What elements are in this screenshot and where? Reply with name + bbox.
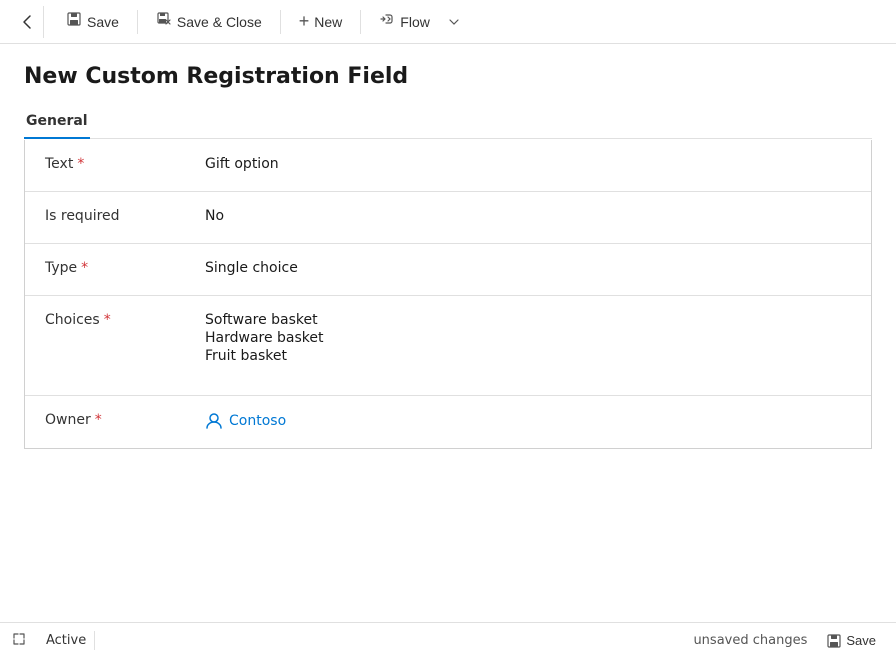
divider-3 — [360, 10, 361, 34]
choice-item-2: Hardware basket — [205, 330, 324, 346]
status-save-button[interactable]: Save — [819, 630, 884, 651]
status-save-label: Save — [846, 633, 876, 648]
field-label-isrequired: Is required — [45, 208, 120, 224]
save-close-label: Save & Close — [177, 14, 262, 30]
field-row-owner: Owner * Contoso — [25, 396, 871, 448]
expand-icon[interactable] — [12, 632, 26, 650]
toolbar: Save Save & Close + New Flow — [0, 0, 896, 44]
field-required-text: * — [77, 156, 84, 172]
save-close-icon — [156, 11, 172, 32]
field-label-col-isrequired: Is required — [45, 206, 205, 224]
main-content: New Custom Registration Field General Te… — [0, 44, 896, 622]
field-label-text: Text — [45, 156, 73, 172]
field-label-col-choices: Choices * — [45, 310, 205, 328]
flow-chevron-button[interactable] — [444, 6, 464, 38]
field-required-choices: * — [104, 312, 111, 328]
form-area: Text * Gift option Is required No — [24, 140, 872, 622]
tab-bar: General — [24, 105, 872, 139]
save-button[interactable]: Save — [56, 6, 129, 38]
field-required-owner: * — [95, 412, 102, 428]
owner-name: Contoso — [229, 413, 286, 429]
field-label-type: Type — [45, 260, 77, 276]
owner-icon — [205, 412, 223, 430]
field-label-col-text: Text * — [45, 154, 205, 172]
status-right: unsaved changes Save — [693, 630, 884, 651]
field-value-text: Gift option — [205, 156, 279, 172]
status-save-icon — [827, 634, 841, 648]
tab-general[interactable]: General — [24, 105, 90, 139]
field-row-isrequired: Is required No — [25, 192, 871, 244]
field-label-choices: Choices — [45, 312, 100, 328]
save-icon — [66, 11, 82, 32]
field-required-type: * — [81, 260, 88, 276]
new-label: New — [314, 14, 342, 30]
flow-button[interactable]: Flow — [369, 6, 440, 38]
field-row-type: Type * Single choice — [25, 244, 871, 296]
field-row-choices: Choices * Software basket Hardware baske… — [25, 296, 871, 396]
field-row-text: Text * Gift option — [25, 140, 871, 192]
field-label-col-owner: Owner * — [45, 410, 205, 428]
flow-icon — [379, 11, 395, 32]
status-active-badge: Active — [38, 631, 95, 650]
back-button[interactable] — [12, 6, 44, 38]
choice-item-3: Fruit basket — [205, 348, 324, 364]
new-icon: + — [299, 11, 310, 32]
field-label-owner: Owner — [45, 412, 91, 428]
divider-2 — [280, 10, 281, 34]
field-value-col-choices: Software basket Hardware basket Fruit ba… — [205, 310, 851, 364]
status-bar: Active unsaved changes Save — [0, 622, 896, 658]
flow-label: Flow — [400, 14, 430, 30]
field-value-col-type: Single choice — [205, 258, 851, 276]
field-value-col-isrequired: No — [205, 206, 851, 224]
divider — [137, 10, 138, 34]
page-title: New Custom Registration Field — [24, 64, 872, 89]
new-button[interactable]: + New — [289, 6, 353, 38]
choice-item-1: Software basket — [205, 312, 324, 328]
field-value-choices: Software basket Hardware basket Fruit ba… — [205, 312, 324, 364]
field-label-col-type: Type * — [45, 258, 205, 276]
unsaved-changes-label: unsaved changes — [693, 633, 807, 648]
save-label: Save — [87, 14, 119, 30]
status-left: Active — [12, 631, 95, 650]
field-value-col-owner: Contoso — [205, 410, 851, 430]
field-value-isrequired: No — [205, 208, 224, 224]
owner-link[interactable]: Contoso — [205, 412, 286, 430]
field-value-col-text: Gift option — [205, 154, 851, 172]
field-value-type: Single choice — [205, 260, 298, 276]
save-close-button[interactable]: Save & Close — [146, 6, 272, 38]
form-container: Text * Gift option Is required No — [24, 140, 872, 449]
